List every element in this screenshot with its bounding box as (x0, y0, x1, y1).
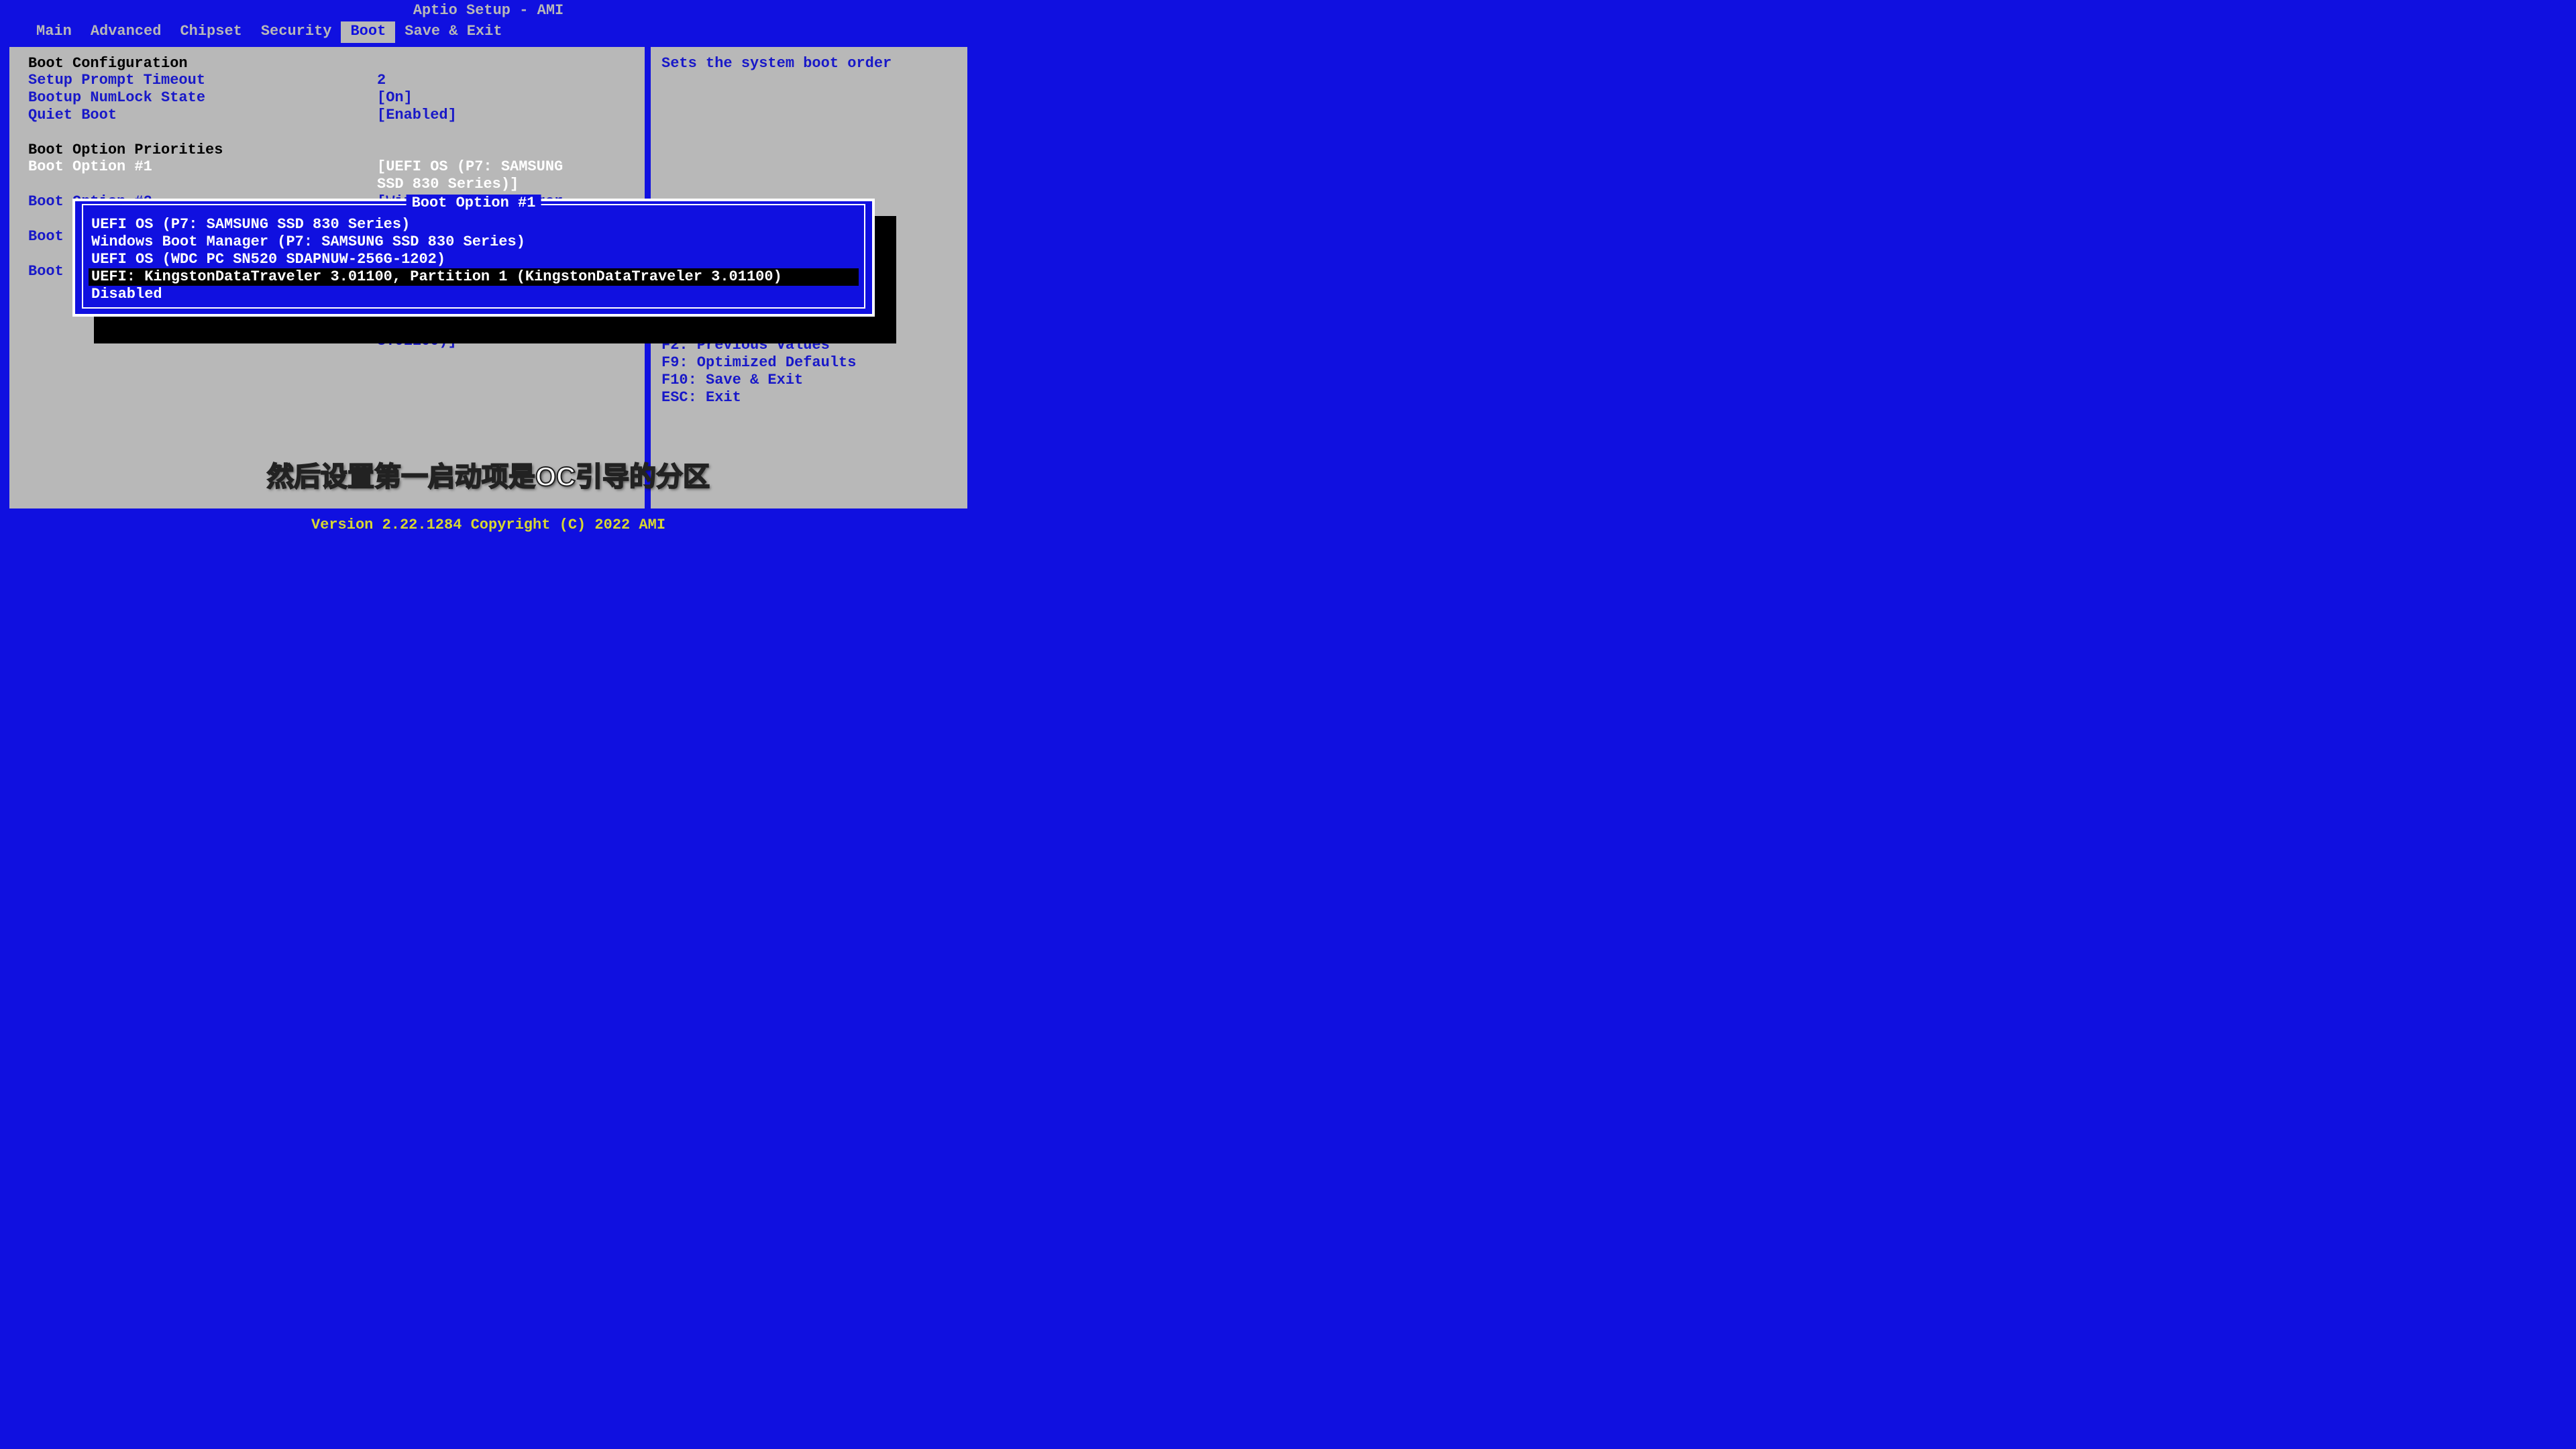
setup-prompt-timeout-label: Setup Prompt Timeout (28, 72, 377, 89)
popup-option-windows-boot-manager[interactable]: Windows Boot Manager (P7: SAMSUNG SSD 83… (89, 233, 859, 251)
boot-priorities-header: Boot Option Priorities (28, 142, 626, 158)
menu-chipset[interactable]: Chipset (170, 21, 251, 43)
quiet-boot-row[interactable]: Quiet Boot [Enabled] (28, 107, 626, 124)
popup-option-uefi-kingston[interactable]: UEFI: KingstonDataTraveler 3.01100, Part… (89, 268, 859, 286)
boot-option-1-value-line2-row: SSD 830 Series)] (28, 176, 626, 193)
numlock-state-value: [On] (377, 89, 413, 107)
boot-option-1-row[interactable]: Boot Option #1 [UEFI OS (P7: SAMSUNG (28, 158, 626, 176)
menu-advanced[interactable]: Advanced (81, 21, 171, 43)
help-f9: F9: Optimized Defaults (661, 354, 957, 372)
setup-prompt-timeout-value: 2 (377, 72, 386, 89)
menu-main[interactable]: Main (27, 21, 81, 43)
menu-security[interactable]: Security (252, 21, 341, 43)
boot-config-header: Boot Configuration (28, 55, 626, 72)
video-subtitle: 然后设置第一启动项是OC引导的分区 (267, 455, 710, 494)
popup-option-uefi-wdc[interactable]: UEFI OS (WDC PC SN520 SDAPNUW-256G-1202) (89, 251, 859, 268)
menu-bar: Main Advanced Chipset Security Boot Save… (0, 21, 977, 43)
popup-title: Boot Option #1 (407, 195, 541, 211)
boot-option-1-value: [UEFI OS (P7: SAMSUNG (377, 158, 563, 176)
title-bar: Aptio Setup - AMI (0, 0, 977, 21)
menu-save-exit[interactable]: Save & Exit (395, 21, 511, 43)
popup-option-disabled[interactable]: Disabled (89, 286, 859, 303)
quiet-boot-label: Quiet Boot (28, 107, 377, 124)
boot-option-popup[interactable]: Boot Option #1 UEFI OS (P7: SAMSUNG SSD … (72, 199, 875, 317)
help-f10: F10: Save & Exit (661, 372, 957, 389)
boot-option-1-label: Boot Option #1 (28, 158, 377, 176)
popup-option-uefi-samsung[interactable]: UEFI OS (P7: SAMSUNG SSD 830 Series) (89, 216, 859, 233)
help-esc: ESC: Exit (661, 389, 957, 407)
footer-bar: Version 2.22.1284 Copyright (C) 2022 AMI (0, 513, 977, 537)
setup-prompt-timeout-row[interactable]: Setup Prompt Timeout 2 (28, 72, 626, 89)
help-description: Sets the system boot order (661, 55, 957, 72)
quiet-boot-value: [Enabled] (377, 107, 457, 124)
numlock-state-label: Bootup NumLock State (28, 89, 377, 107)
boot-option-1-value-line2: SSD 830 Series)] (377, 176, 519, 193)
numlock-state-row[interactable]: Bootup NumLock State [On] (28, 89, 626, 107)
menu-boot[interactable]: Boot (341, 21, 395, 43)
